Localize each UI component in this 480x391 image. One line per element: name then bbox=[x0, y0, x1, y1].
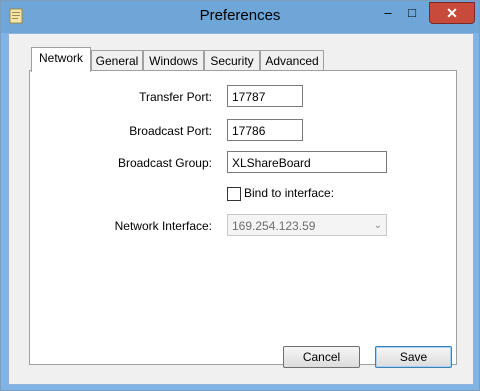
tab-advanced[interactable]: Advanced bbox=[260, 50, 324, 71]
tab-general[interactable]: General bbox=[91, 50, 143, 71]
transfer-port-label: Transfer Port: bbox=[139, 90, 212, 104]
bind-interface-label[interactable]: Bind to interface: bbox=[244, 186, 334, 200]
broadcast-port-input[interactable]: 17786 bbox=[227, 119, 303, 141]
title-bar[interactable]: Preferences – □ ✕ bbox=[1, 1, 479, 33]
bind-interface-checkbox[interactable] bbox=[227, 187, 241, 201]
broadcast-group-label: Broadcast Group: bbox=[117, 156, 212, 170]
tab-security[interactable]: Security bbox=[204, 50, 260, 71]
minimize-button[interactable]: – bbox=[377, 5, 399, 21]
broadcast-group-input[interactable]: XLShareBoard bbox=[227, 151, 387, 173]
dialog-body: Network General Windows Security Advance… bbox=[8, 33, 474, 385]
network-interface-dropdown[interactable]: 169.254.123.59 ⌄ bbox=[227, 214, 387, 236]
cancel-button[interactable]: Cancel bbox=[283, 346, 360, 368]
broadcast-port-label: Broadcast Port: bbox=[129, 124, 212, 138]
network-panel: Transfer Port: 17787 Broadcast Port: 177… bbox=[29, 70, 457, 365]
save-button[interactable]: Save bbox=[375, 346, 452, 368]
maximize-button[interactable]: □ bbox=[401, 5, 423, 21]
network-interface-value: 169.254.123.59 bbox=[232, 219, 316, 233]
preferences-window: Preferences – □ ✕ Network General Window… bbox=[0, 0, 480, 391]
chevron-down-icon: ⌄ bbox=[373, 220, 382, 231]
network-interface-label: Network Interface: bbox=[114, 219, 212, 233]
tab-network[interactable]: Network bbox=[31, 47, 91, 72]
transfer-port-input[interactable]: 17787 bbox=[227, 85, 303, 107]
tab-windows[interactable]: Windows bbox=[143, 50, 204, 71]
close-button[interactable]: ✕ bbox=[429, 2, 475, 24]
